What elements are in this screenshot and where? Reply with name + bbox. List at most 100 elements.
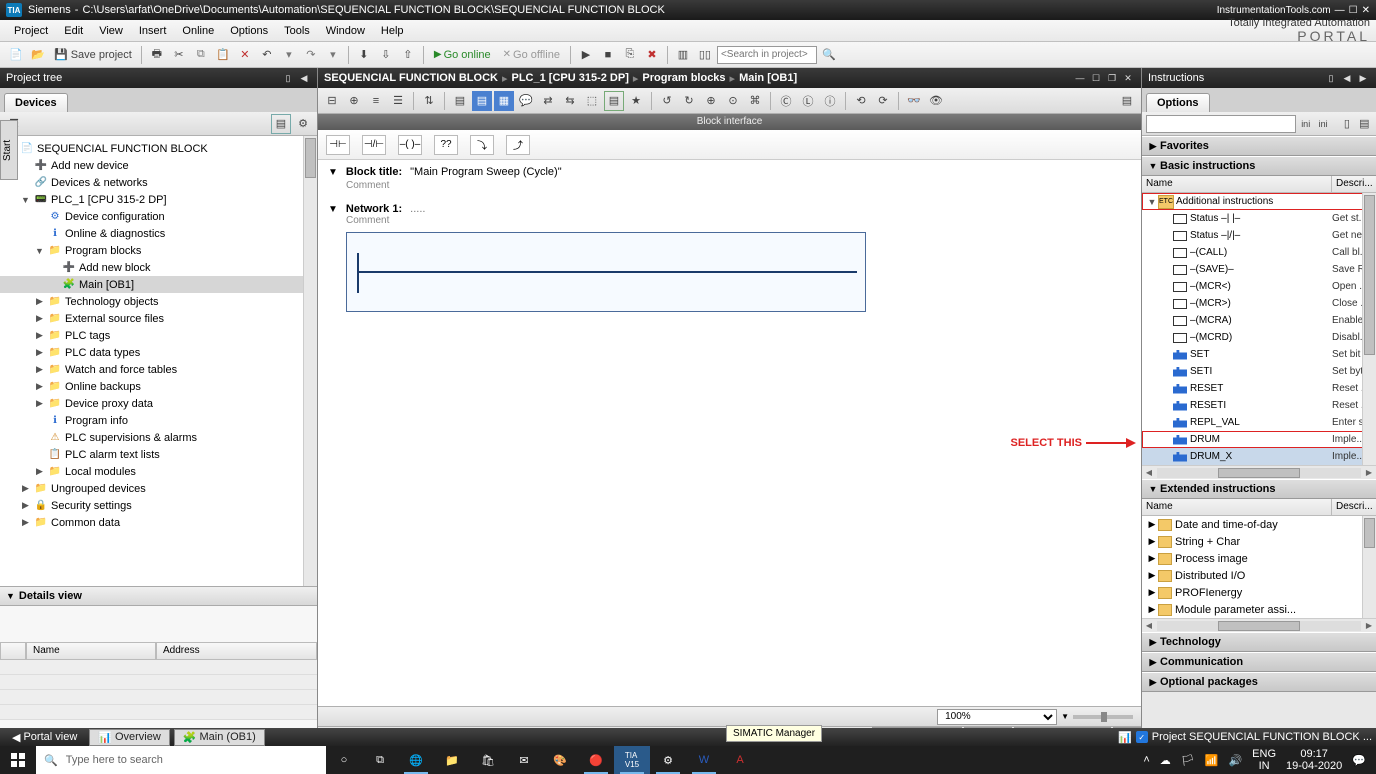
start-button[interactable] [0,746,36,774]
menu-options[interactable]: Options [222,23,276,39]
instruction-item[interactable]: –(MCR>)Close ... [1142,295,1376,312]
tree-node[interactable]: ▼📄SEQUENCIAL FUNCTION BLOCK [0,140,317,157]
download-button[interactable]: ⇩ [376,45,396,65]
block-title-value[interactable]: "Main Program Sweep (Cycle)" [410,166,561,178]
ext-folder[interactable]: ▶PROFIenergy [1142,584,1376,601]
ed-btn-25[interactable]: 👓 [904,91,924,111]
view-button[interactable]: ▤ [1357,114,1372,134]
compile-button[interactable]: ⬇ [354,45,374,65]
word-button[interactable]: W [686,746,722,774]
editor-max-button[interactable]: ☐ [1089,71,1103,85]
task-view-button[interactable]: ⧉ [362,746,398,774]
simatic-button[interactable]: ⚙ [650,746,686,774]
project-search-input[interactable] [717,46,817,64]
volume-icon[interactable]: 🔊 [1228,754,1242,767]
ed-btn-11[interactable]: ⇆ [560,91,580,111]
instruction-item[interactable]: –(MCRA)Enable... [1142,312,1376,329]
ed-btn-23[interactable]: ⟲ [851,91,871,111]
ext-folder[interactable]: ▶Process image [1142,550,1376,567]
menu-view[interactable]: View [91,23,131,39]
open-project-button[interactable]: 📂 [28,45,48,65]
menu-help[interactable]: Help [373,23,412,39]
tree-node[interactable]: ▶📁External source files [0,310,317,327]
find-next-button[interactable]: ini [1298,114,1313,134]
instruction-item[interactable]: RESETIReset ... [1142,397,1376,414]
ed-btn-2[interactable]: ⊕ [344,91,364,111]
clock[interactable]: 09:1719-04-2020 [1286,748,1342,772]
breadcrumb-item[interactable]: PLC_1 [CPU 315-2 DP] [512,72,629,84]
unpin-panel-button[interactable]: ◀ [297,71,311,85]
undo-drop-button[interactable]: ▾ [279,45,299,65]
paint-button[interactable]: 🎨 [542,746,578,774]
tree-config-button[interactable]: ⚙ [293,114,313,134]
instruction-item[interactable]: SETSet bit ... [1142,346,1376,363]
cortana-button[interactable]: ○ [326,746,362,774]
ext-col-name[interactable]: Name [1142,499,1332,515]
branch-close-button[interactable]: ⤴ [506,135,530,155]
instr-col-name[interactable]: Name [1142,176,1332,192]
ed-btn-14[interactable]: ★ [626,91,646,111]
ed-btn-26[interactable]: 👁 [926,91,946,111]
contact-no-button[interactable]: ⊣⊢ [326,135,350,155]
zoom-slider[interactable] [1073,715,1133,719]
delete-button[interactable]: ✕ [235,45,255,65]
instruction-search-input[interactable] [1146,115,1296,133]
redo-drop-button[interactable]: ▾ [323,45,343,65]
ext-folder[interactable]: ▶String + Char [1142,533,1376,550]
cut-button[interactable]: ✂ [169,45,189,65]
cross-ref-button[interactable]: ✖ [642,45,662,65]
ed-btn-7[interactable]: ▤ [472,91,492,111]
contact-nc-button[interactable]: ⊣/⊢ [362,135,386,155]
editor-restore-button[interactable]: ❐ [1105,71,1119,85]
edge-button[interactable]: 🌐 [398,746,434,774]
basic-scroll-h[interactable]: ◀▶ [1142,465,1376,479]
tree-node[interactable]: 🔗Devices & networks [0,174,317,191]
tree-node[interactable]: ▶📁PLC tags [0,327,317,344]
instruction-item[interactable]: –(SAVE)–Save R... [1142,261,1376,278]
mail-button[interactable]: ✉ [506,746,542,774]
favorites-header[interactable]: ▶Favorites [1142,136,1376,156]
close-button[interactable]: ✕ [1362,5,1370,16]
ext-col-desc[interactable]: Descri... [1332,499,1376,515]
acrobat-button[interactable]: A [722,746,758,774]
tia-portal-button[interactable]: TIAV15 [614,746,650,774]
collapse-panel-button[interactable]: ▯ [281,71,295,85]
tree-node[interactable]: ▶📁Device proxy data [0,395,317,412]
maximize-button[interactable]: ☐ [1349,5,1358,16]
menu-insert[interactable]: Insert [131,23,175,39]
paste-button[interactable]: 📋 [213,45,233,65]
system-tray[interactable]: ˄ ☁ 🏳 📶 🔊 ENGIN 09:1719-04-2020 💬 [1133,748,1376,772]
instr-next-button[interactable]: ▶ [1356,71,1370,85]
tree-node[interactable]: ⚠PLC supervisions & alarms [0,429,317,446]
chrome-button[interactable]: 🔴 [578,746,614,774]
ext-folder[interactable]: ▶Date and time-of-day [1142,516,1376,533]
tree-node[interactable]: ℹProgram info [0,412,317,429]
ext-folder[interactable]: ▶Distributed I/O [1142,567,1376,584]
editor-min-button[interactable]: — [1073,71,1087,85]
tree-node[interactable]: ℹOnline & diagnostics [0,225,317,242]
details-col-address[interactable]: Address [156,642,317,660]
ext-folder[interactable]: ▶Module parameter assi... [1142,601,1376,618]
instr-col-desc[interactable]: Descri... [1332,176,1376,192]
ext-scroll-h[interactable]: ◀▶ [1142,618,1376,632]
ed-btn-6[interactable]: ▤ [450,91,470,111]
onedrive-icon[interactable]: ☁ [1160,754,1171,767]
ed-btn-3[interactable]: ≡ [366,91,386,111]
tree-node[interactable]: ▶📁Online backups [0,378,317,395]
tree-node[interactable]: ▶📁PLC data types [0,344,317,361]
start-cpu-button[interactable]: ▶ [576,45,596,65]
ed-btn-19[interactable]: ⌘ [745,91,765,111]
communication-header[interactable]: ▶Communication [1142,652,1376,672]
tree-scrollbar[interactable] [303,136,317,586]
ed-btn-5[interactable]: ⇅ [419,91,439,111]
start-side-tab[interactable]: Start [0,120,18,180]
tree-node[interactable]: ▶📁Watch and force tables [0,361,317,378]
tree-node[interactable]: ▶📁Local modules [0,463,317,480]
tree-node[interactable]: ▶📁Common data [0,514,317,531]
instruction-item[interactable]: Status –| |–Get st... [1142,210,1376,227]
tree-node[interactable]: ▶📁Ungrouped devices [0,480,317,497]
tree-node[interactable]: 📋PLC alarm text lists [0,446,317,463]
instruction-item[interactable]: RESETReset ... [1142,380,1376,397]
ed-btn-16[interactable]: ↻ [679,91,699,111]
ed-btn-18[interactable]: ⊙ [723,91,743,111]
